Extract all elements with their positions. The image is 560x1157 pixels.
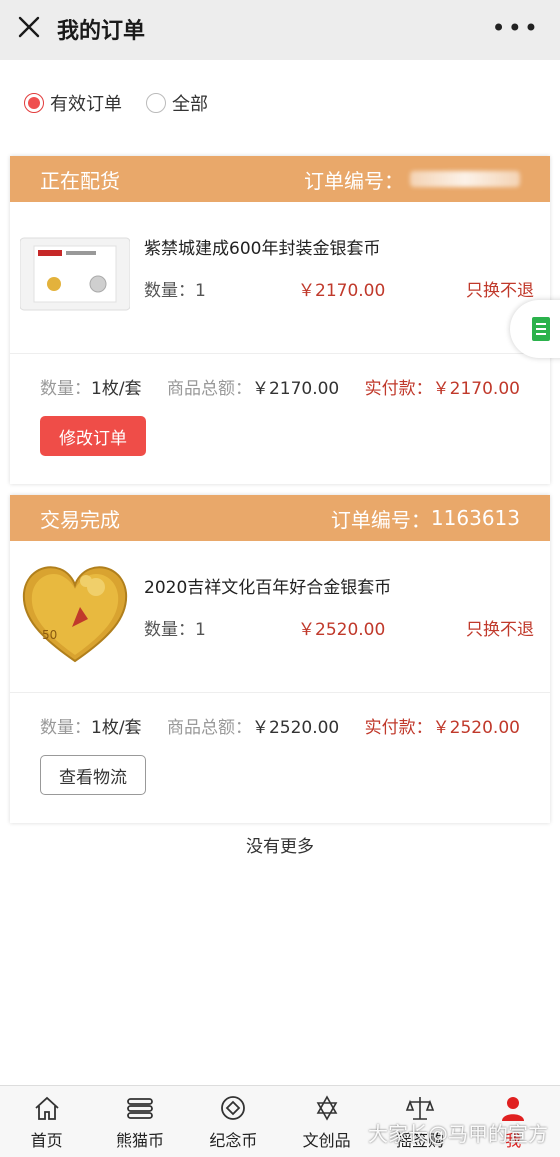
tab-cultural-products[interactable]: 文创品: [280, 1086, 373, 1157]
modify-order-button[interactable]: 修改订单: [40, 416, 146, 456]
order-card: 交易完成 订单编号： 1163613 50 2020吉祥文化百年好合金银套币 数…: [10, 495, 550, 823]
summary-qty-label: 数量：: [40, 379, 91, 399]
order-status: 交易完成: [40, 507, 120, 532]
document-icon: [532, 317, 550, 341]
order-number: 订单编号：: [304, 165, 520, 194]
order-number-label: 订单编号：: [304, 168, 404, 193]
order-product[interactable]: 50 2020吉祥文化百年好合金银套币 数量：1 ￥2520.00 只换不退: [10, 541, 550, 693]
return-policy: 只换不退: [466, 281, 534, 301]
tab-label: 纪念币: [209, 1130, 258, 1150]
product-name: 紫禁城建成600年封装金银套币: [144, 239, 381, 259]
summary-total: 商品总额：￥2520.00: [167, 713, 339, 738]
filter-label: 全部: [172, 94, 208, 115]
summary-qty-label: 数量：: [40, 718, 91, 738]
order-status: 正在配货: [40, 168, 120, 193]
summary-total-label: 商品总额：: [166, 379, 252, 399]
summary-paid-label: 实付款：: [364, 718, 433, 738]
order-header: 交易完成 订单编号： 1163613: [10, 495, 550, 541]
order-summary: 数量：1枚/套 商品总额：￥2170.00 实付款：￥2170.00 修改订单: [10, 354, 550, 484]
top-bar: 我的订单 •••: [0, 0, 560, 60]
order-card: 正在配货 订单编号： 紫禁城建成600年封装金银套币 数量：1 ￥2170.00…: [10, 156, 550, 484]
order-number-label: 订单编号：: [330, 507, 431, 532]
order-product[interactable]: 紫禁城建成600年封装金银套币 数量：1 ￥2170.00 只换不退: [10, 202, 550, 354]
summary-qty: 数量：1枚/套: [40, 713, 142, 738]
tab-label: 熊猫币: [115, 1130, 164, 1150]
view-logistics-button[interactable]: 查看物流: [40, 755, 146, 795]
diamond-coin-icon: [221, 1095, 246, 1120]
product-thumbnail: 50: [22, 566, 128, 663]
summary-total-value: ￥2170.00: [251, 379, 340, 399]
tab-commemorative-coin[interactable]: 纪念币: [187, 1086, 280, 1157]
summary-paid: 实付款：￥2170.00: [365, 374, 520, 399]
coin-stack-icon: [127, 1097, 153, 1119]
summary-qty-value: 1枚/套: [91, 718, 142, 738]
home-icon: [35, 1096, 59, 1120]
star-icon: [316, 1094, 338, 1121]
filter-all-orders[interactable]: 全部: [146, 90, 208, 116]
order-number: 订单编号： 1163613: [331, 504, 520, 533]
order-filter: 有效订单 全部: [24, 90, 232, 116]
summary-paid-value: ￥2520.00: [432, 718, 520, 738]
summary-paid-value: ￥2170.00: [432, 379, 520, 399]
radio-selected-icon[interactable]: [24, 93, 44, 113]
order-number-value: 1163613: [430, 506, 520, 530]
return-policy: 只换不退: [466, 620, 534, 640]
product-qty: 数量：1: [144, 620, 206, 640]
page-title: 我的订单: [57, 19, 146, 44]
filter-label: 有效订单: [50, 94, 122, 115]
summary-total: 商品总额：￥2170.00: [167, 374, 339, 399]
product-price: ￥2520.00: [298, 620, 386, 640]
no-more-text: 没有更多: [246, 837, 314, 857]
radio-unselected-icon[interactable]: [146, 93, 166, 113]
summary-line: 数量：1枚/套 商品总额：￥2520.00 实付款：￥2520.00: [40, 713, 520, 738]
more-menu-icon[interactable]: •••: [492, 14, 540, 42]
close-icon[interactable]: [14, 12, 44, 42]
tab-label: 首页: [30, 1130, 63, 1150]
summary-total-label: 商品总额：: [166, 718, 252, 738]
watermark-text: 大家长@马甲的宣方: [368, 1122, 548, 1146]
summary-total-value: ￥2520.00: [251, 718, 340, 738]
filter-valid-orders[interactable]: 有效订单: [24, 90, 122, 116]
product-name: 2020吉祥文化百年好合金银套币: [144, 578, 392, 598]
summary-line: 数量：1枚/套 商品总额：￥2170.00 实付款：￥2170.00: [40, 374, 520, 399]
tab-panda-coin[interactable]: 熊猫币: [93, 1086, 186, 1157]
order-summary: 数量：1枚/套 商品总额：￥2520.00 实付款：￥2520.00 查看物流: [10, 693, 550, 823]
tab-home[interactable]: 首页: [0, 1086, 93, 1157]
product-thumbnail: [20, 237, 130, 311]
product-qty: 数量：1: [144, 281, 206, 301]
summary-qty-value: 1枚/套: [91, 379, 142, 399]
order-header: 正在配货 订单编号：: [10, 156, 550, 202]
summary-qty: 数量：1枚/套: [40, 374, 142, 399]
summary-paid-label: 实付款：: [364, 379, 433, 399]
floating-document-button[interactable]: [510, 300, 560, 358]
product-price: ￥2170.00: [298, 281, 386, 301]
tab-label: 文创品: [302, 1130, 351, 1150]
summary-paid: 实付款：￥2520.00: [365, 713, 520, 738]
order-number-redacted: [410, 171, 520, 187]
svg-text:50: 50: [42, 628, 57, 642]
